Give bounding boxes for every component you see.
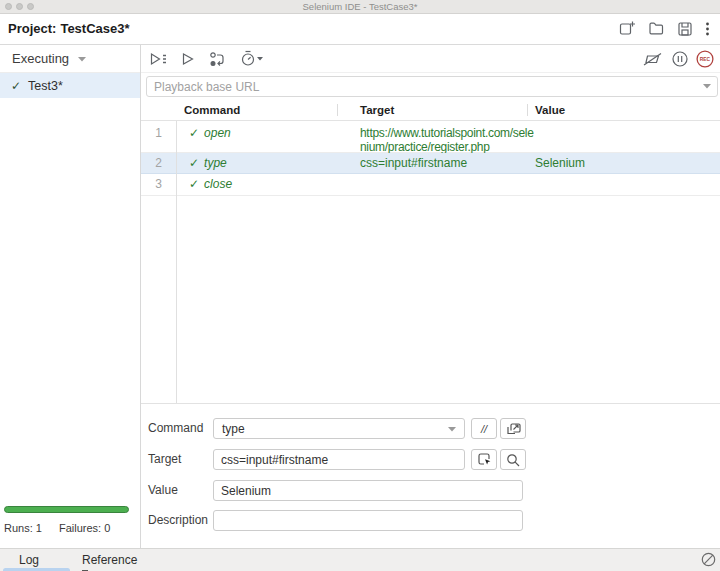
command-row-3[interactable]: 3 ✓close	[141, 174, 720, 196]
record-button[interactable]: REC	[696, 50, 714, 68]
command-passed-icon: ✓	[189, 177, 199, 191]
command-row-2[interactable]: 2 ✓type css=input#firstname Selenium	[141, 153, 720, 174]
test-speed-button[interactable]	[240, 50, 264, 67]
command-row-1[interactable]: 1 ✓open https://www.tutorialspoint.com/s…	[141, 121, 720, 153]
commands-table: 1 ✓open https://www.tutorialspoint.com/s…	[141, 121, 720, 196]
disable-breakpoints-button[interactable]	[642, 51, 664, 67]
pause-on-exceptions-button[interactable]	[671, 50, 689, 68]
command-passed-icon: ✓	[189, 156, 199, 170]
select-target-button[interactable]	[471, 449, 497, 470]
selenium-ide-window: Selenium IDE - TestCase3* Project:TestCa…	[0, 0, 720, 571]
find-target-button[interactable]	[500, 449, 526, 470]
command-cell: ✓close	[176, 174, 360, 195]
command-select[interactable]: type	[213, 418, 465, 439]
target-field-label: Target	[148, 452, 181, 466]
chevron-down-icon	[78, 57, 86, 62]
failures-count: Failures: 0	[59, 522, 110, 534]
value-cell: Selenium	[535, 153, 585, 173]
svg-text:REC: REC	[700, 57, 711, 62]
row-number: 1	[141, 126, 176, 152]
tab-log[interactable]: Log	[19, 553, 39, 567]
test-editor: REC Command Target Value 1 ✓open https:/…	[141, 45, 720, 548]
traffic-lights	[5, 3, 34, 10]
target-cell	[360, 174, 535, 195]
description-field-label: Description	[148, 513, 208, 527]
menu-kebab-button[interactable]	[705, 21, 710, 37]
command-field-label: Command	[148, 421, 203, 435]
window-title: Selenium IDE - TestCase3*	[0, 0, 720, 13]
sidebar-item-test3[interactable]: ✓ Test3*	[0, 73, 140, 98]
description-input[interactable]	[213, 510, 523, 531]
row-number: 2	[141, 153, 176, 173]
run-current-test-button[interactable]	[181, 51, 195, 67]
project-title: Project:TestCase3*	[8, 21, 130, 36]
command-select-value: type	[222, 422, 245, 436]
command-cell: ✓open	[176, 126, 360, 152]
chevron-down-icon	[448, 427, 456, 432]
zoom-button[interactable]	[27, 3, 34, 10]
command-cell: ✓type	[176, 153, 360, 173]
target-cell: https://www.tutorialspoint.com/selenium/…	[360, 126, 535, 152]
runs-count: Runs: 1	[4, 522, 42, 534]
open-command-reference-button[interactable]	[500, 418, 526, 439]
sidebar-view-dropdown[interactable]: Executing	[0, 45, 140, 73]
value-input[interactable]	[213, 480, 523, 501]
step-over-button[interactable]	[209, 51, 226, 67]
value-field-label: Value	[148, 483, 178, 497]
bottom-panel-tabs: Log Reference	[0, 548, 720, 571]
commands-table-header: Command Target Value	[141, 100, 720, 121]
toggle-comment-button[interactable]: //	[471, 418, 497, 439]
playback-base-url-input[interactable]	[146, 76, 718, 97]
tests-sidebar: Executing ✓ Test3* Runs: 1 Failures: 0	[0, 45, 141, 548]
url-dropdown-icon[interactable]	[703, 84, 711, 89]
test-name: Test3*	[28, 79, 63, 93]
close-button[interactable]	[5, 3, 12, 10]
clear-log-button[interactable]	[701, 552, 716, 567]
column-target: Target	[360, 104, 394, 116]
playback-base-url-row	[146, 76, 718, 97]
open-project-button[interactable]	[648, 20, 665, 37]
run-all-tests-button[interactable]	[149, 51, 167, 67]
target-cell: css=input#firstname	[360, 153, 535, 173]
project-header: Project:TestCase3*	[0, 14, 720, 45]
command-passed-icon: ✓	[189, 126, 199, 140]
target-input[interactable]	[213, 449, 465, 470]
run-stats: Runs: 1 Failures: 0	[4, 522, 110, 534]
test-passed-icon: ✓	[11, 79, 21, 93]
tab-reference[interactable]: Reference	[82, 553, 137, 567]
sidebar-view-label: Executing	[12, 51, 69, 66]
column-value: Value	[535, 104, 565, 116]
row-number: 3	[141, 174, 176, 195]
row-number-divider	[176, 121, 177, 403]
run-progress-bar	[4, 506, 129, 513]
column-command: Command	[184, 104, 240, 116]
playback-toolbar: REC	[141, 45, 720, 73]
window-titlebar: Selenium IDE - TestCase3*	[0, 0, 720, 14]
command-editor-form: Command type // Target	[141, 403, 720, 548]
new-project-button[interactable]	[619, 20, 636, 37]
save-project-button[interactable]	[677, 21, 693, 37]
minimize-button[interactable]	[16, 3, 23, 10]
